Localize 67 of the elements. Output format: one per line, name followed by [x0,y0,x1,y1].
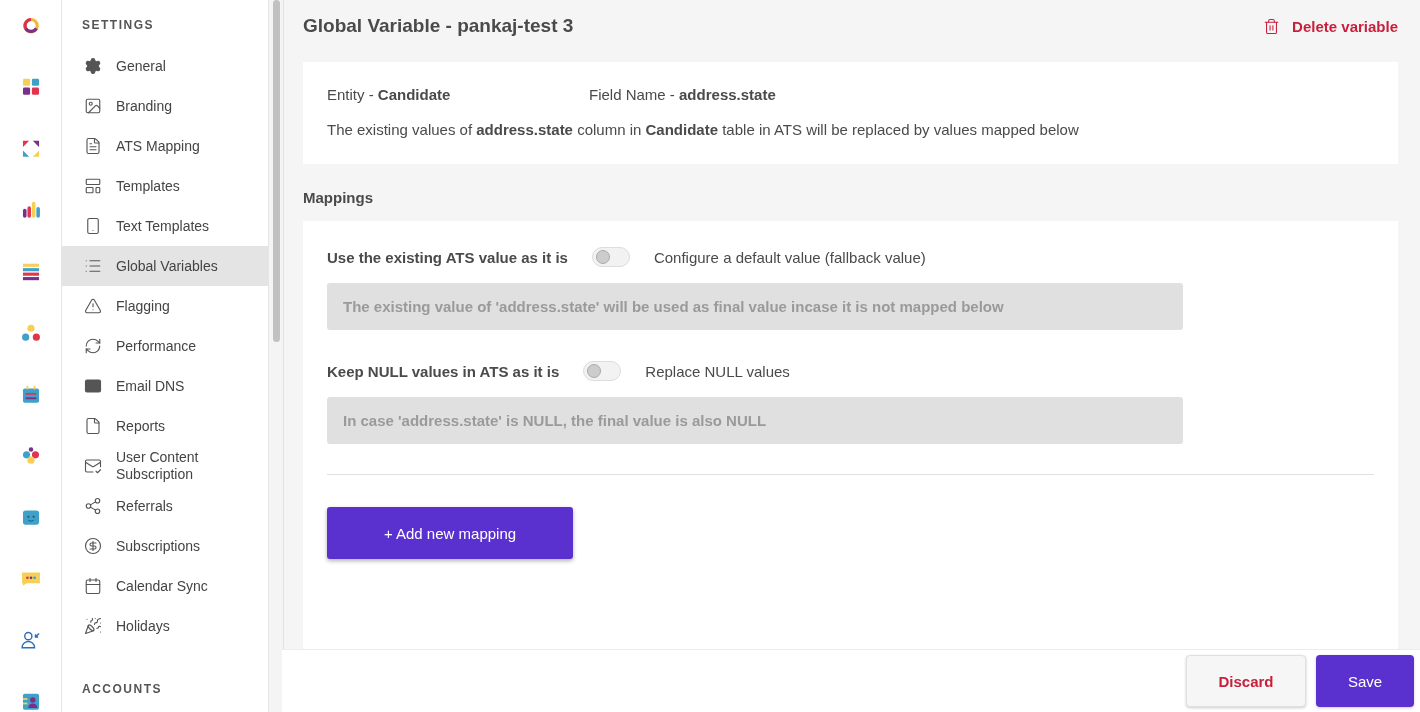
option-label: Use the existing ATS value as it is [327,248,568,266]
sidebar-item-label: Flagging [116,297,170,315]
calendar-icon [84,577,102,595]
sidebar-item-label: Branding [116,97,173,115]
warning-icon [84,297,102,315]
document-icon [84,137,102,155]
section-heading: ACCOUNTS [81,681,163,698]
section-title: Mappings [303,188,374,208]
user-arrow-icon[interactable] [19,629,42,651]
sidebar-item-label: Referrals [116,497,173,515]
sidebar-item[interactable]: Referrals [62,486,268,526]
sidebar-item-label: Calendar Sync [116,577,208,595]
sidebar-item-label: Email DNS [116,377,185,395]
nodes-icon [84,497,102,515]
gear-icon [84,57,102,75]
sidebar-item-label: Global Variables [116,257,218,275]
add-mapping-button[interactable]: + Add new mapping [327,507,573,559]
sidebar-item-label: ATS Mapping [116,137,200,155]
field-name-text: Field Name - address.state [589,86,776,103]
dollar-icon [84,537,102,555]
dots-icon[interactable] [19,322,42,344]
sidebar-item[interactable]: Text Templates [62,206,268,246]
page-title: Global Variable - pankaj-test 3 [303,15,574,37]
sidebar-item[interactable]: Calendar Sync [62,566,268,606]
save-button[interactable]: Save [1316,655,1414,707]
toggle-switch[interactable] [591,247,630,267]
sidebar-item-label: Templates [116,177,180,195]
sidebar-item-label: Text Templates [116,217,210,235]
option-alt-label: Replace NULL values [645,362,790,380]
template-icon [84,177,102,195]
entity-text: Entity - Candidate [327,86,452,103]
scrollbar-thumb[interactable] [272,0,280,342]
image-icon [84,97,102,115]
sidebar-item[interactable]: General [62,46,268,86]
sidebar-item-label: Holidays [116,617,170,635]
sidebar-item[interactable]: Subscriptions [62,526,268,566]
sidebar-item[interactable]: Performance [62,326,268,366]
sidebar-item[interactable]: Flagging [62,286,268,326]
toggle-switch[interactable] [583,361,622,381]
sidebar-item[interactable]: Branding [62,86,268,126]
option-label: Keep NULL values in ATS as it is [327,362,560,380]
sidebar-item[interactable]: Email DNS [62,366,268,406]
sidebar-item[interactable]: Templates [62,166,268,206]
sidebar-item-label: Subscriptions [116,537,201,555]
sidebar-item[interactable]: Holidays [62,606,268,646]
sidebar-item-label: User Content Subscription [116,449,200,483]
list-icon [84,257,102,275]
sidebar-item[interactable]: ATS Mapping [62,126,268,166]
sidebar-item-label: Reports [116,417,166,435]
sidebar-item[interactable]: Global Variables [62,246,268,286]
sidebar-item-label: Performance [116,337,197,355]
description-text: The existing values of address.state column in Candidate table in ATS will be replaced by values mapped below [327,121,1080,138]
discard-button[interactable]: Discard [1186,655,1306,707]
info-note: In case 'address.state' is NULL, the final value is also NULL [327,397,1183,444]
sidebar-item-label: General [116,57,166,75]
party-popper-icon [84,617,102,635]
option-alt-label: Configure a default value (fallback value) [653,248,926,266]
document-icon [84,417,102,435]
delete-button[interactable]: Delete variable [1263,17,1398,35]
trash-icon [1263,17,1281,35]
info-note: The existing value of 'address.state' will be used as final value incase it is not mapped below [327,283,1183,330]
sidebar-item[interactable]: User Content Subscription [62,446,268,486]
refresh-icon [84,337,102,355]
phone-icon [84,217,102,235]
sidebar-item[interactable]: Reports [62,406,268,446]
mail-check-icon [84,457,102,475]
section-heading: SETTINGS [81,17,155,34]
